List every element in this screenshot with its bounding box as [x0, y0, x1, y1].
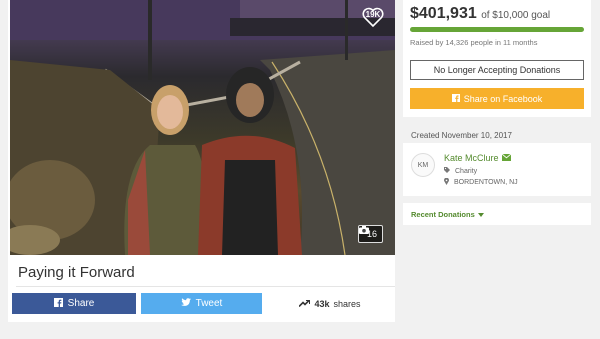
location-text: BORDENTOWN, NJ	[454, 179, 518, 186]
avatar[interactable]: KM	[411, 153, 435, 177]
category-text: Charity	[455, 167, 478, 175]
organizer-card: KM Kate McClure Charity BORDENTOWN, NJ	[403, 143, 591, 196]
progress-bar	[410, 27, 584, 32]
trending-up-icon	[298, 299, 311, 309]
no-longer-accepting-button[interactable]: No Longer Accepting Donations	[410, 60, 584, 80]
facebook-icon	[451, 93, 460, 104]
organizer-category: Charity	[444, 167, 477, 175]
shares-number: 43k	[314, 298, 330, 309]
organizer-name: Kate McClure	[444, 153, 499, 163]
share-on-facebook-label: Share on Facebook	[463, 93, 543, 104]
donation-summary-card: $401,931 of $10,000 goal Raised by 14,32…	[403, 0, 591, 117]
donation-sidebar: $401,931 of $10,000 goal Raised by 14,32…	[403, 0, 591, 225]
caret-down-icon	[477, 210, 484, 219]
twitter-icon	[180, 297, 191, 310]
tweet-button[interactable]: Tweet	[141, 293, 262, 314]
organizer-location: BORDENTOWN, NJ	[444, 177, 518, 187]
progress-fill	[410, 27, 584, 32]
recent-donations-card[interactable]: Recent Donations	[403, 203, 591, 225]
amount-raised: $401,931 of $10,000 goal	[410, 5, 550, 23]
tweet-label: Tweet	[195, 298, 223, 309]
raised-by-text: Raised by 14,326 people in 11 months	[410, 38, 538, 47]
organizer-name-link[interactable]: Kate McClure	[444, 153, 511, 163]
recent-donations-toggle[interactable]: Recent Donations	[411, 210, 484, 219]
facebook-share-button[interactable]: Share	[12, 293, 136, 314]
heart-count: 19K	[365, 10, 381, 19]
shares-label: shares	[333, 298, 361, 309]
envelope-icon[interactable]	[501, 153, 511, 163]
photo-count-badge[interactable]: 16	[357, 225, 383, 243]
share-on-facebook-button[interactable]: Share on Facebook	[410, 88, 584, 109]
shares-count: 43k shares	[270, 293, 390, 314]
campaign-card: 19K 16 Paying it Forward Share Tweet 43k…	[8, 0, 395, 322]
photo-illustration	[10, 0, 395, 255]
amount-value: $401,931	[410, 5, 477, 22]
created-date: Created November 10, 2017	[411, 131, 512, 140]
facebook-icon	[53, 297, 63, 310]
divider	[16, 286, 395, 287]
recent-donations-label: Recent Donations	[411, 210, 475, 219]
goal-text: of $10,000 goal	[481, 10, 551, 21]
map-pin-icon	[444, 177, 449, 187]
campaign-title: Paying it Forward	[18, 264, 135, 281]
campaign-photo[interactable]: 19K 16	[10, 0, 395, 255]
facebook-share-label: Share	[67, 298, 95, 309]
tag-icon	[444, 167, 450, 175]
